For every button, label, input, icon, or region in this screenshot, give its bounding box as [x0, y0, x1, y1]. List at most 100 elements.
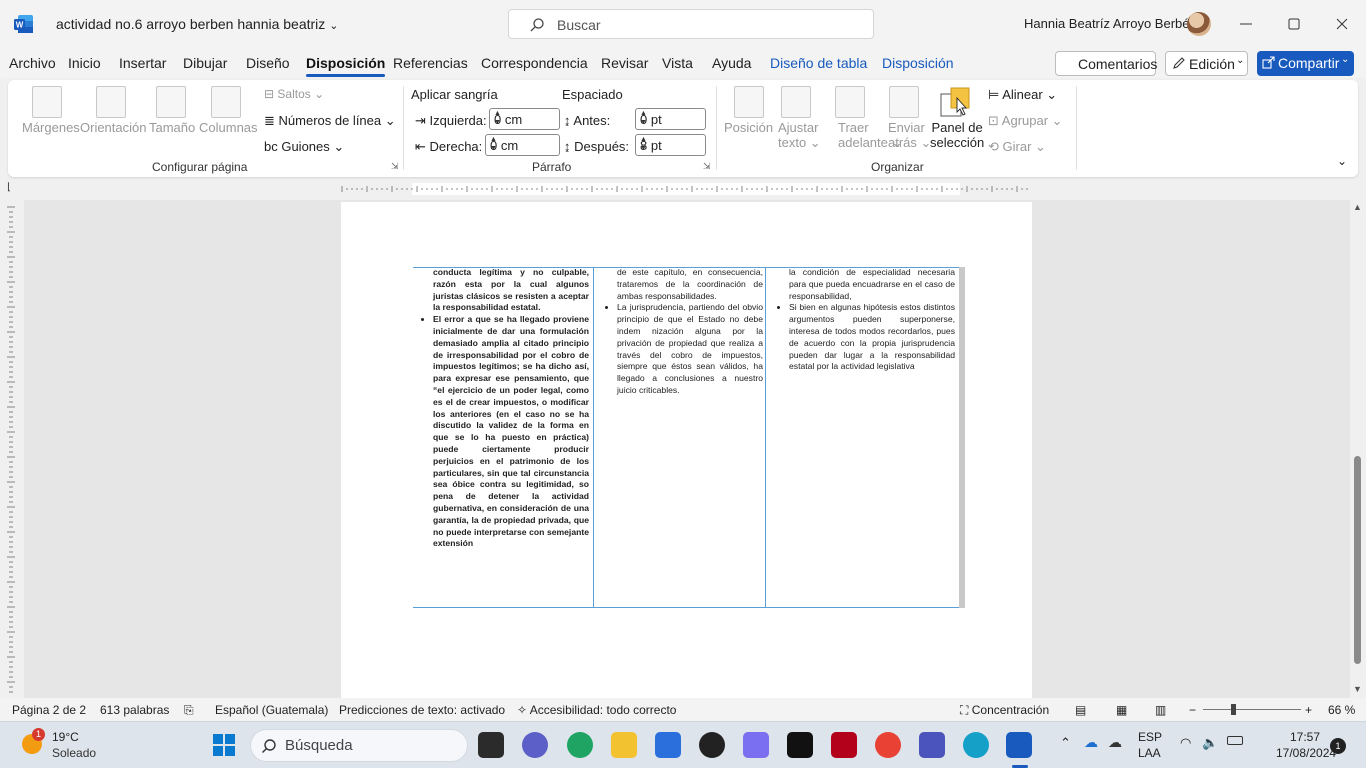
- maximize-icon[interactable]: [1282, 12, 1306, 36]
- notification-badge[interactable]: 1: [1330, 738, 1346, 754]
- focus-mode-button[interactable]: ⛶ Concentración: [960, 703, 1049, 718]
- tab-referencias[interactable]: Referencias: [393, 55, 468, 71]
- wifi-icon[interactable]: ◠: [1180, 735, 1191, 751]
- tab-archivo[interactable]: Archivo: [9, 55, 56, 71]
- table-cell[interactable]: de este capítulo, en consecuencia, trata…: [601, 267, 763, 608]
- volume-icon[interactable]: 🔈: [1202, 735, 1218, 751]
- print-layout-icon[interactable]: ▦: [1116, 703, 1127, 717]
- chrome-icon[interactable]: [875, 732, 901, 758]
- indent-right-field[interactable]: 0 cm ▲ ▼: [485, 134, 560, 156]
- web-layout-icon[interactable]: ▥: [1155, 703, 1166, 717]
- comments-button[interactable]: Comentarios: [1055, 51, 1157, 76]
- line-numbers-button[interactable]: ≣ Números de línea ⌄: [264, 113, 396, 129]
- dialog-launcher-icon[interactable]: ⇲: [391, 161, 399, 172]
- tab-correspondencia[interactable]: Correspondencia: [481, 55, 588, 71]
- meet-icon[interactable]: [522, 732, 548, 758]
- tab-ayuda[interactable]: Ayuda: [712, 55, 751, 71]
- indent-left-field[interactable]: 0 cm ▲ ▼: [489, 108, 560, 130]
- collapse-ribbon-icon[interactable]: ⌄: [1337, 154, 1347, 168]
- tab-inicio[interactable]: Inicio: [68, 55, 101, 71]
- page-count[interactable]: Página 2 de 2: [12, 703, 86, 717]
- weather-description[interactable]: Soleado: [52, 746, 96, 760]
- tiktok-icon[interactable]: [787, 732, 813, 758]
- margins-button[interactable]: Márgenes: [22, 120, 80, 135]
- table-cell[interactable]: la condición de especialidad necesaria p…: [773, 267, 955, 608]
- tab-insertar[interactable]: Insertar: [119, 55, 166, 71]
- language-status[interactable]: Español (Guatemala): [215, 703, 328, 717]
- selection-pane-button[interactable]: Panel de selección: [930, 120, 984, 150]
- close-icon[interactable]: [1330, 12, 1354, 36]
- hyphenation-button[interactable]: bc Guiones ⌄: [264, 139, 344, 155]
- tab-dibujar[interactable]: Dibujar: [183, 55, 227, 71]
- tab-revisar[interactable]: Revisar: [601, 55, 648, 71]
- task-view-icon[interactable]: [478, 732, 504, 758]
- weather-temperature[interactable]: 19°C: [52, 730, 79, 744]
- file-explorer-icon[interactable]: [611, 732, 637, 758]
- search-input[interactable]: Buscar: [508, 9, 874, 39]
- store-icon[interactable]: [655, 732, 681, 758]
- group-button[interactable]: ⊡ Agrupar ⌄: [988, 113, 1063, 129]
- zoom-out-button[interactable]: −: [1189, 703, 1196, 717]
- tab-diseno[interactable]: Diseño: [246, 55, 290, 71]
- avatar[interactable]: [1187, 12, 1211, 36]
- document-page[interactable]: conducta legítima y no culpable, razón e…: [341, 202, 1032, 702]
- input-language-layout[interactable]: LAA: [1138, 746, 1161, 760]
- tab-selector-icon[interactable]: ⌊: [7, 182, 11, 193]
- send-backward-button[interactable]: Enviar atrás ⌄: [888, 120, 931, 151]
- tab-disposicion[interactable]: Disposición: [306, 55, 386, 77]
- spacing-before-field[interactable]: 0 pt ▲ ▼: [635, 108, 706, 130]
- scrollbar-thumb[interactable]: [1354, 456, 1361, 664]
- taskbar-search[interactable]: Búsqueda: [250, 729, 468, 762]
- vertical-ruler[interactable]: [4, 205, 18, 695]
- zoom-slider[interactable]: [1203, 709, 1301, 710]
- vertical-scrollbar[interactable]: ▲ ▼: [1350, 200, 1366, 698]
- minimize-icon[interactable]: [1234, 12, 1258, 36]
- rotate-button[interactable]: ⟲ Girar ⌄: [988, 139, 1046, 155]
- support-icon[interactable]: [743, 732, 769, 758]
- tab-vista[interactable]: Vista: [662, 55, 693, 71]
- document-canvas[interactable]: conducta legítima y no culpable, razón e…: [24, 200, 1350, 702]
- input-language[interactable]: ESP: [1138, 730, 1162, 744]
- horizontal-ruler[interactable]: [340, 183, 1032, 195]
- proofing-icon[interactable]: ⎘: [184, 703, 194, 718]
- windows-start-icon[interactable]: [212, 733, 236, 757]
- columns-button[interactable]: Columnas: [199, 120, 258, 135]
- orientation-button[interactable]: Orientación: [80, 120, 146, 135]
- share-button[interactable]: Compartir ⌄: [1257, 51, 1354, 76]
- teams-icon[interactable]: [919, 732, 945, 758]
- breaks-button[interactable]: ⊟ Saltos ⌄: [264, 87, 324, 101]
- user-name[interactable]: Hannia Beatríz Arroyo Berbén: [1024, 16, 1197, 31]
- canva-icon[interactable]: [963, 732, 989, 758]
- spacing-after-field[interactable]: 8 pt ▲ ▼: [635, 134, 706, 156]
- show-hidden-icons-icon[interactable]: ⌃: [1060, 735, 1071, 751]
- word-taskbar-icon[interactable]: [1006, 732, 1032, 758]
- zoom-slider-thumb[interactable]: [1231, 704, 1236, 715]
- dialog-launcher-icon[interactable]: ⇲: [703, 161, 711, 172]
- scroll-down-icon[interactable]: ▼: [1353, 684, 1362, 694]
- dell-icon[interactable]: [699, 732, 725, 758]
- document-title[interactable]: actividad no.6 arroyo berben hannia beat…: [56, 16, 339, 32]
- word-count[interactable]: 613 palabras: [100, 703, 169, 717]
- acrobat-icon[interactable]: [831, 732, 857, 758]
- edge-icon[interactable]: [567, 732, 593, 758]
- clock-date[interactable]: 17/08/2024: [1276, 746, 1336, 760]
- tab-diseno-de-tabla[interactable]: Diseño de tabla: [770, 55, 867, 71]
- editing-mode-button[interactable]: Edición ⌄: [1165, 51, 1248, 76]
- position-button[interactable]: Posición: [724, 120, 773, 135]
- align-button[interactable]: ⊨ Alinear ⌄: [988, 87, 1057, 103]
- accessibility-status[interactable]: ✧ Accesibilidad: todo correcto: [517, 703, 676, 717]
- read-mode-icon[interactable]: ▤: [1075, 703, 1086, 717]
- wrap-text-button[interactable]: Ajustar texto ⌄: [778, 120, 821, 151]
- onedrive-personal-icon[interactable]: ☁: [1108, 734, 1122, 751]
- clock-time[interactable]: 17:57: [1290, 730, 1320, 744]
- tab-disposicion-tabla[interactable]: Disposición: [882, 55, 954, 71]
- battery-icon[interactable]: [1227, 736, 1243, 745]
- table-cell[interactable]: conducta legítima y no culpable, razón e…: [417, 267, 589, 608]
- size-button[interactable]: Tamaño: [149, 120, 195, 135]
- scroll-up-icon[interactable]: ▲: [1353, 202, 1362, 212]
- zoom-level[interactable]: 66 %: [1328, 703, 1355, 717]
- onedrive-icon[interactable]: ☁: [1084, 734, 1098, 751]
- zoom-in-button[interactable]: +: [1305, 703, 1312, 717]
- document-table[interactable]: conducta legítima y no culpable, razón e…: [413, 267, 965, 608]
- text-predictions-status[interactable]: Predicciones de texto: activado: [339, 703, 505, 717]
